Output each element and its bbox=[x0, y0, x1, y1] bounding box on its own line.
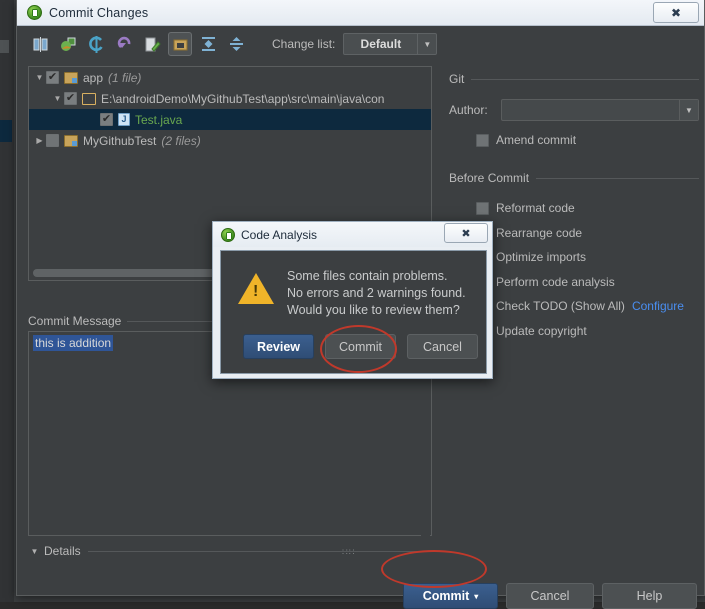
refresh-changes-icon[interactable] bbox=[84, 32, 108, 56]
collapse-all-icon[interactable] bbox=[224, 32, 248, 56]
chevron-down-icon: ▼ bbox=[679, 100, 698, 120]
git-group-rule bbox=[471, 78, 699, 80]
amend-commit-label: Amend commit bbox=[496, 133, 577, 147]
amend-commit-option[interactable]: Amend commit bbox=[476, 130, 576, 150]
background-tool-strip bbox=[0, 0, 14, 602]
git-group-label: Git bbox=[449, 72, 465, 86]
check-todo-label: Check TODO (Show All) bbox=[496, 299, 625, 313]
code-analysis-buttons: Review Commit Cancel bbox=[243, 334, 478, 359]
code-analysis-body: Some files contain problems. No errors a… bbox=[220, 250, 487, 374]
commit-button-label: Commit bbox=[422, 589, 470, 603]
before-commit-group-header: Before Commit bbox=[449, 171, 699, 185]
folder-module-icon bbox=[64, 71, 78, 84]
amend-commit-checkbox[interactable] bbox=[476, 133, 489, 147]
java-file-icon: J bbox=[118, 113, 130, 126]
reformat-code-checkbox[interactable] bbox=[476, 201, 489, 215]
tree-row-mygithubtest[interactable]: ▶ MyGithubTest (2 files) bbox=[29, 130, 431, 151]
review-button[interactable]: Review bbox=[243, 334, 314, 359]
chevron-down-icon: ▾ bbox=[474, 591, 479, 601]
code-analysis-title: Code Analysis bbox=[241, 227, 318, 242]
tree-row-checkbox[interactable]: ✔ bbox=[46, 71, 59, 84]
show-diff-icon[interactable] bbox=[28, 32, 52, 56]
modal-cancel-button[interactable]: Cancel bbox=[407, 334, 478, 359]
background-selection bbox=[0, 120, 12, 142]
chevron-right-icon[interactable]: ▶ bbox=[33, 136, 46, 145]
tree-row-checkbox[interactable]: ✔ bbox=[100, 113, 113, 126]
warning-triangle-icon bbox=[238, 273, 274, 304]
folder-module-icon bbox=[64, 134, 78, 147]
author-row: Author: ▼ bbox=[449, 98, 699, 122]
configure-link[interactable]: Configure bbox=[632, 299, 684, 313]
chevron-down-icon[interactable]: ▼ bbox=[33, 73, 46, 82]
rollback-icon[interactable] bbox=[112, 32, 136, 56]
page-title: Commit Changes bbox=[49, 5, 149, 20]
message-line-2: No errors and 2 warnings found. bbox=[287, 286, 466, 300]
rearrange-code-label: Rearrange code bbox=[496, 225, 583, 240]
author-value[interactable] bbox=[502, 100, 679, 120]
git-group-header: Git bbox=[449, 72, 699, 86]
message-line-3: Would you like to review them? bbox=[287, 303, 460, 317]
tree-row-path[interactable]: ▼ ✔ E:\androidDemo\MyGithubTest\app\src\ma… bbox=[29, 88, 431, 109]
revert-selected-icon[interactable] bbox=[56, 32, 80, 56]
before-commit-group-rule bbox=[536, 177, 699, 179]
commit-message-value: this is addition bbox=[33, 335, 114, 351]
details-label: Details bbox=[44, 544, 81, 558]
commit-message-label: Commit Message bbox=[28, 314, 122, 328]
tree-row-checkbox[interactable]: ✔ bbox=[64, 92, 77, 105]
tree-row-label: app bbox=[83, 70, 104, 85]
code-analysis-close-button[interactable]: ✖ bbox=[444, 223, 488, 243]
tree-row-count: (1 file) bbox=[108, 70, 142, 85]
author-select[interactable]: ▼ bbox=[501, 99, 699, 121]
perform-code-analysis-label: Perform code analysis bbox=[496, 274, 615, 289]
before-commit-group-label: Before Commit bbox=[449, 171, 530, 185]
reformat-code-option[interactable]: Reformat code bbox=[476, 198, 575, 218]
tree-row-count: (2 files) bbox=[161, 133, 201, 148]
group-by-directory-icon[interactable] bbox=[168, 32, 192, 56]
tree-row-label: Test.java bbox=[135, 112, 183, 127]
commit-button[interactable]: Commit ▾ bbox=[403, 583, 498, 609]
check-todo-option[interactable]: Check TODO (Show All) Configure bbox=[476, 296, 684, 316]
reformat-code-label: Reformat code bbox=[496, 201, 575, 215]
chevron-down-icon: ▼ bbox=[417, 34, 436, 54]
code-analysis-titlebar: Code Analysis ✖ bbox=[213, 222, 492, 247]
changes-toolbar: Change list: Default ▼ bbox=[17, 26, 705, 62]
folder-icon bbox=[82, 92, 96, 105]
edit-source-icon[interactable] bbox=[140, 32, 164, 56]
chevron-down-icon: ▼ bbox=[30, 546, 39, 556]
tree-row-label: E:\androidDemo\MyGithubTest\app\src\main… bbox=[101, 91, 385, 106]
perform-code-analysis-option[interactable]: Perform code analysis bbox=[476, 272, 615, 292]
changelist-value: Default bbox=[360, 37, 402, 51]
changelist-select[interactable]: Default ▼ bbox=[343, 33, 438, 55]
intellij-idea-icon bbox=[27, 5, 42, 20]
tree-row-app[interactable]: ▼ ✔ app (1 file) bbox=[29, 67, 431, 88]
tree-row-testjava[interactable]: ✔ J Test.java bbox=[29, 109, 431, 130]
tree-rows: ▼ ✔ app (1 file) ▼ ✔ E:\androidDemo\MyGithubTe… bbox=[29, 67, 431, 151]
tree-row-label: MyGithubTest bbox=[83, 133, 157, 148]
modal-commit-button[interactable]: Commit bbox=[325, 334, 396, 359]
intellij-idea-icon bbox=[221, 227, 235, 242]
splitter-grip[interactable]: ∷∷ bbox=[342, 547, 355, 558]
author-label: Author: bbox=[449, 103, 488, 117]
cancel-button[interactable]: Cancel bbox=[506, 583, 594, 609]
help-button[interactable]: Help bbox=[602, 583, 697, 609]
chevron-down-icon[interactable]: ▼ bbox=[51, 94, 64, 103]
update-copyright-label: Update copyright bbox=[496, 323, 587, 338]
background-tab bbox=[0, 40, 9, 53]
message-line-1: Some files contain problems. bbox=[287, 269, 448, 283]
optimize-imports-label: Optimize imports bbox=[496, 250, 587, 264]
code-analysis-dialog: Code Analysis ✖ Some files contain probl… bbox=[212, 221, 493, 379]
code-analysis-message: Some files contain problems. No errors a… bbox=[287, 268, 487, 319]
window-titlebar: Commit Changes ✖ bbox=[17, 0, 704, 26]
details-toggle[interactable]: ▼ Details bbox=[28, 543, 432, 559]
expand-all-icon[interactable] bbox=[196, 32, 220, 56]
changelist-label: Change list: bbox=[272, 37, 336, 51]
tree-row-checkbox[interactable] bbox=[46, 134, 59, 147]
window-close-button[interactable]: ✖ bbox=[653, 2, 699, 23]
details-rule bbox=[87, 550, 432, 552]
